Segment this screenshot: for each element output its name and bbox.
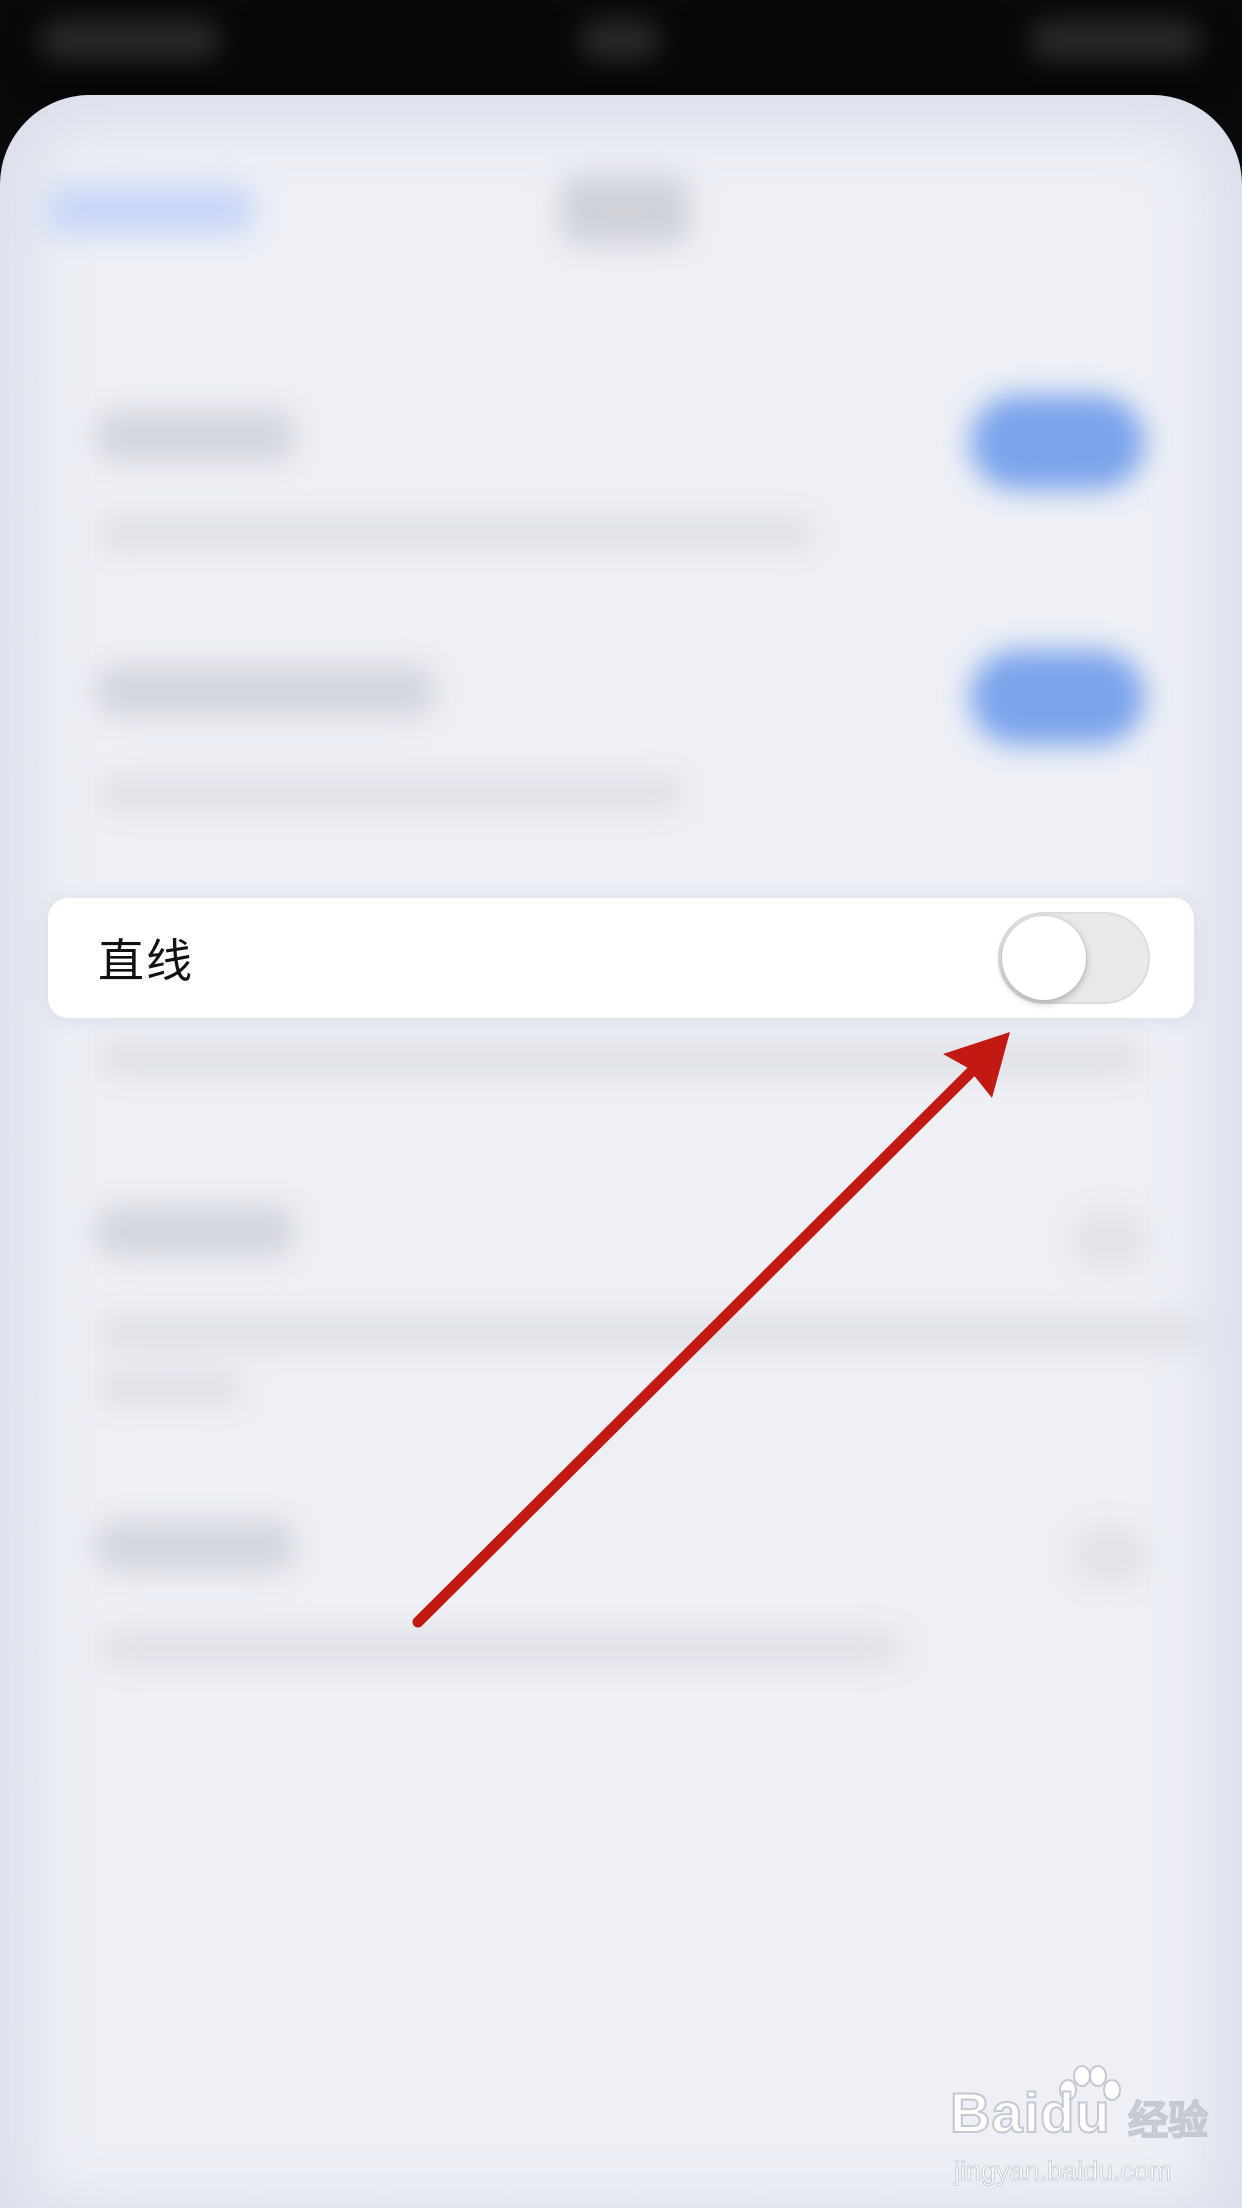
row-5-description <box>95 1630 905 1666</box>
row-2-toggle[interactable] <box>970 650 1145 745</box>
row-2-title <box>95 665 435 717</box>
setting-row-label: 直线 <box>98 934 194 988</box>
row-4-description <box>95 1315 1205 1351</box>
baidu-jingyan-watermark: Baidu 经验 jingyan.baidu.com <box>949 2065 1230 2200</box>
watermark-brand-cn: 经验 <box>1127 2097 1209 2145</box>
row-1-title <box>95 410 295 462</box>
back-button[interactable] <box>45 185 255 235</box>
row-5-title <box>95 1520 295 1572</box>
blurred-background-content <box>0 95 1242 2208</box>
row-3-description <box>95 1040 1145 1076</box>
setting-row-straight-line[interactable]: 直线 <box>48 898 1194 1018</box>
row-2-description <box>95 775 685 811</box>
row-1-toggle[interactable] <box>970 395 1145 490</box>
phone-screen: 直线 Baidu 经验 jingyan.baidu.com <box>0 0 1242 2208</box>
row-4-control[interactable] <box>1070 1210 1150 1270</box>
watermark-url: jingyan.baidu.com <box>954 2156 1172 2187</box>
status-bar <box>0 0 1242 110</box>
row-1-description <box>95 515 815 551</box>
settings-sheet <box>0 95 1242 2208</box>
straight-line-toggle[interactable] <box>998 912 1150 1004</box>
watermark-brand: Baidu <box>949 2080 1111 2145</box>
row-4-title <box>95 1205 295 1257</box>
page-title <box>560 175 690 245</box>
row-4-description-line-2 <box>95 1370 245 1406</box>
toggle-knob[interactable] <box>1002 916 1086 1000</box>
row-5-control[interactable] <box>1070 1525 1150 1585</box>
